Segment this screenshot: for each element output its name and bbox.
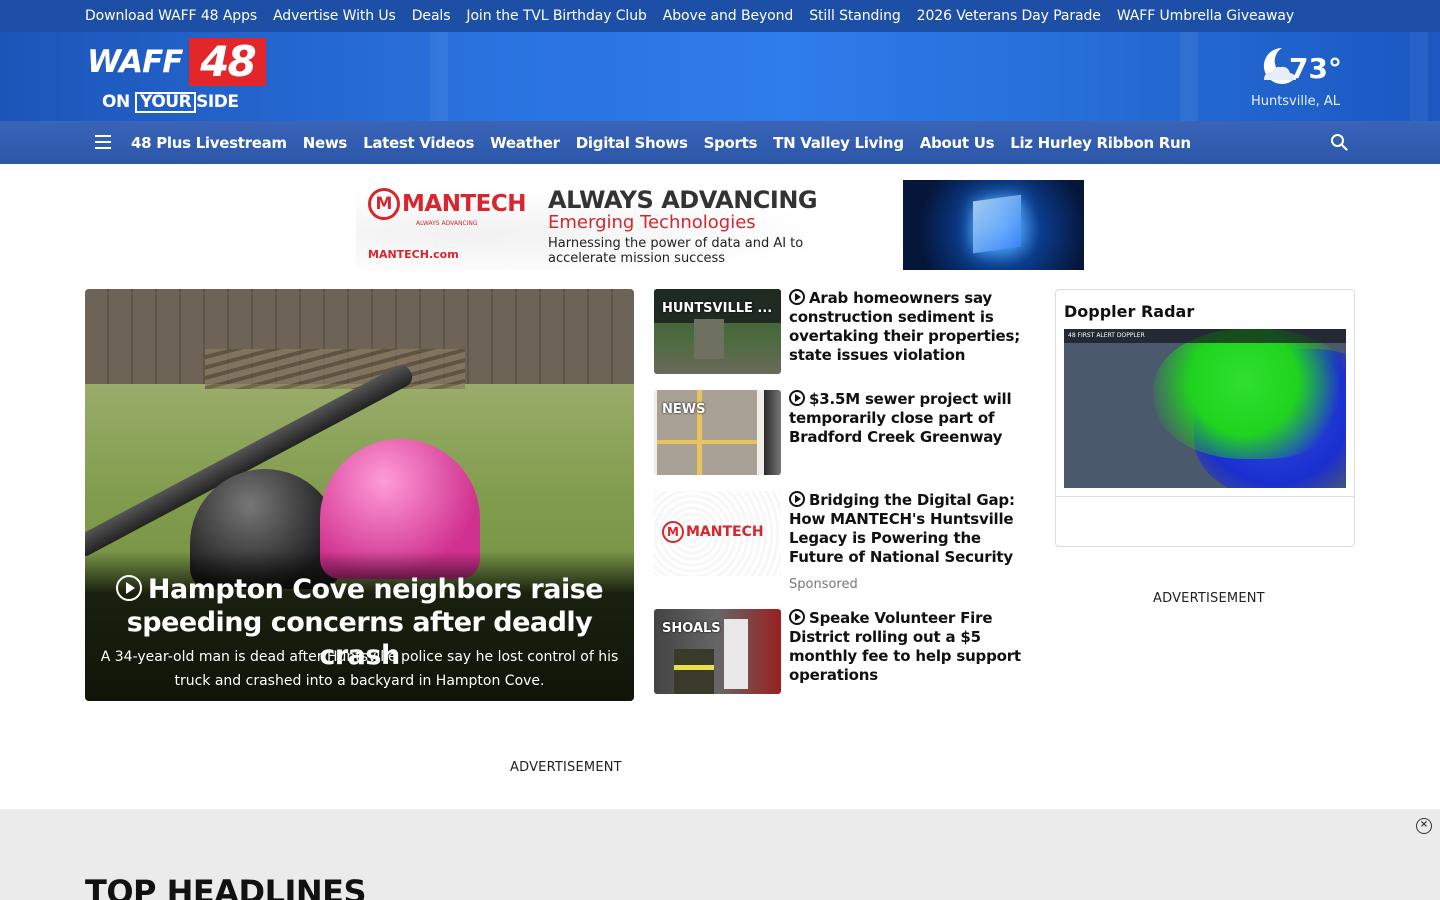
ad-headline: ALWAYS ADVANCING — [548, 186, 818, 214]
utility-links: Download WAFF 48 Apps Advertise With Us … — [85, 0, 1310, 32]
story-thumbnail[interactable]: NEWS — [654, 390, 781, 475]
story-thumbnail[interactable]: HUNTSVILLE ... — [654, 289, 781, 374]
weather-city: Huntsville, AL — [1250, 94, 1340, 109]
nav-item[interactable]: Sports — [704, 134, 758, 152]
ad-brand-name: MANTECH — [402, 191, 526, 217]
ad-subheadline: Emerging Technologies — [548, 212, 756, 233]
story-headline-text: Arab homeowners say construction sedimen… — [789, 289, 1021, 364]
logo-tag-box: YOUR — [135, 92, 197, 113]
ad-body: Harnessing the power of data and AI to a… — [548, 236, 804, 266]
story-category: HUNTSVILLE ... — [662, 301, 773, 316]
header-decoration — [1180, 32, 1198, 121]
play-icon — [789, 491, 805, 507]
hero-story[interactable]: Hampton Cove neighbors raise speeding co… — [85, 289, 634, 701]
play-icon — [789, 390, 805, 406]
nav-items: 48 Plus Livestream News Latest Videos We… — [131, 121, 1207, 164]
sponsor-logo-mark: M — [662, 521, 684, 543]
story-thumbnail[interactable]: M MANTECH — [654, 491, 781, 576]
story-headline[interactable]: Bridging the Digital Gap: How MANTECH's … — [789, 491, 1039, 567]
nav-item[interactable]: Weather — [490, 134, 560, 152]
nav-item[interactable]: About Us — [920, 134, 995, 152]
story-headline-text: $3.5M sewer project will temporarily clo… — [789, 390, 1012, 446]
sponsored-label: Sponsored — [789, 577, 858, 592]
nav-item[interactable]: Digital Shows — [576, 134, 688, 152]
play-icon — [789, 609, 805, 625]
ad-brand-tag: ALWAYS ADVANCING — [416, 220, 478, 227]
weather-widget[interactable]: 73° Huntsville, AL — [1250, 40, 1352, 110]
ad-banner[interactable]: M MANTECH ALWAYS ADVANCING MANTECH.com AL… — [356, 180, 1084, 270]
logo-name: WAFF — [87, 44, 183, 80]
search-icon[interactable] — [1330, 133, 1348, 151]
utility-link[interactable]: Still Standing — [809, 8, 901, 24]
story-thumbnail[interactable]: SHOALS — [654, 609, 781, 694]
ad-brand-mark: M — [368, 188, 400, 220]
radar-banner: 48 FIRST ALERT DOPPLER — [1064, 329, 1346, 343]
logo-number: 48 — [189, 38, 266, 86]
story-headline[interactable]: Speake Volunteer Fire District rolling o… — [789, 609, 1039, 685]
story-category: SHOALS — [662, 621, 721, 636]
logo-tag-post: SIDE — [196, 92, 239, 112]
temperature: 73° — [1289, 52, 1342, 85]
radar-map[interactable]: 48 FIRST ALERT DOPPLER — [1064, 329, 1346, 488]
top-headlines-section: TOP HEADLINES — [0, 809, 1440, 900]
doppler-radar-widget[interactable]: Doppler Radar 48 FIRST ALERT DOPPLER — [1055, 289, 1355, 547]
main-nav: 48 Plus Livestream News Latest Videos We… — [0, 121, 1440, 164]
nav-item[interactable]: TN Valley Living — [773, 134, 904, 152]
utility-link[interactable]: 2026 Veterans Day Parade — [917, 8, 1101, 24]
story-headline-text: Speake Volunteer Fire District rolling o… — [789, 609, 1021, 684]
ad-url: MANTECH.com — [368, 248, 459, 261]
ad-brand-logo: M MANTECH ALWAYS ADVANCING — [368, 188, 526, 227]
site-logo[interactable]: WAFF 48 ON YOUR SIDE — [85, 38, 266, 114]
doppler-title: Doppler Radar — [1064, 302, 1195, 321]
story-headline[interactable]: Arab homeowners say construction sedimen… — [789, 289, 1039, 365]
utility-link[interactable]: Above and Beyond — [663, 8, 794, 24]
header-decoration — [430, 32, 448, 121]
story-headline[interactable]: $3.5M sewer project will temporarily clo… — [789, 390, 1039, 447]
brand-header: WAFF 48 ON YOUR SIDE 73° Huntsville, AL — [0, 32, 1440, 121]
utility-link[interactable]: Advertise With Us — [273, 8, 396, 24]
nav-item[interactable]: News — [303, 134, 348, 152]
sponsor-logo: M MANTECH — [662, 521, 764, 543]
utility-link[interactable]: WAFF Umbrella Giveaway — [1117, 8, 1294, 24]
utility-link[interactable]: Deals — [412, 8, 451, 24]
story-category: NEWS — [662, 402, 706, 417]
play-icon — [115, 575, 142, 601]
hero-description: A 34-year-old man is dead after Huntsvil… — [100, 649, 619, 689]
close-icon[interactable]: × — [1416, 818, 1432, 834]
advertisement-label: ADVERTISEMENT — [1153, 591, 1265, 606]
nav-item[interactable]: Latest Videos — [363, 134, 474, 152]
logo-tagline: ON YOUR SIDE — [102, 92, 239, 113]
advertisement-label: ADVERTISEMENT — [510, 760, 622, 775]
menu-icon[interactable] — [95, 135, 111, 149]
utility-link[interactable]: Download WAFF 48 Apps — [85, 8, 257, 24]
utility-link[interactable]: Join the TVL Birthday Club — [466, 8, 646, 24]
logo-tag-pre: ON — [102, 92, 130, 112]
section-title: TOP HEADLINES — [85, 873, 367, 900]
sponsor-logo-name: MANTECH — [686, 524, 764, 540]
divider — [1056, 496, 1354, 497]
play-icon — [789, 289, 805, 305]
story-headline-text: Bridging the Digital Gap: How MANTECH's … — [789, 491, 1015, 566]
ad-image — [903, 180, 1084, 270]
utility-bar: Download WAFF 48 Apps Advertise With Us … — [0, 0, 1440, 32]
nav-item[interactable]: 48 Plus Livestream — [131, 134, 287, 152]
hero-image-debris — [205, 349, 465, 389]
header-decoration — [1410, 32, 1428, 121]
nav-item[interactable]: Liz Hurley Ribbon Run — [1010, 134, 1191, 152]
